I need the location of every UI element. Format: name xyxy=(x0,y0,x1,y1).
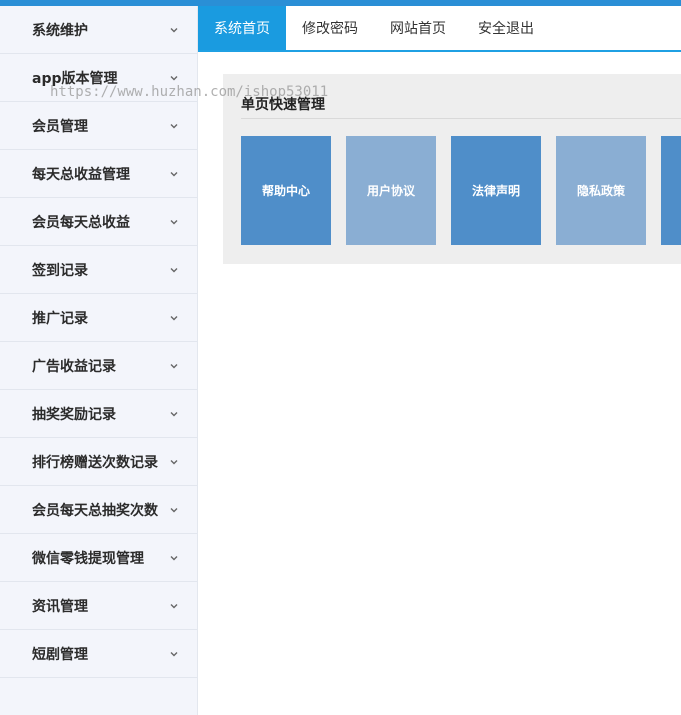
panel-divider xyxy=(241,118,681,119)
top-nav: 系统首页 修改密码 网站首页 安全退出 xyxy=(198,6,681,52)
tab-logout[interactable]: 安全退出 xyxy=(462,6,550,50)
chevron-down-icon xyxy=(170,459,178,464)
sidebar-item-news[interactable]: 资讯管理 xyxy=(0,582,197,630)
sidebar-item-short-drama[interactable]: 短剧管理 xyxy=(0,630,197,678)
sidebar-item-label: 系统维护 xyxy=(32,22,88,39)
sidebar-item-checkin-records[interactable]: 签到记录 xyxy=(0,246,197,294)
chevron-down-icon xyxy=(170,123,178,128)
chevron-down-icon xyxy=(170,411,178,416)
sidebar-item-label: 签到记录 xyxy=(32,262,88,279)
sidebar-item-label: 抽奖奖励记录 xyxy=(32,406,116,423)
tile-legal-statement[interactable]: 法律声明 xyxy=(451,136,541,245)
sidebar-item-daily-revenue[interactable]: 每天总收益管理 xyxy=(0,150,197,198)
chevron-down-icon xyxy=(170,315,178,320)
sidebar-item-ad-revenue[interactable]: 广告收益记录 xyxy=(0,342,197,390)
sidebar-item-label: 会员每天总收益 xyxy=(32,214,130,231)
tile-privacy-policy[interactable]: 隐私政策 xyxy=(556,136,646,245)
sidebar-item-label: 广告收益记录 xyxy=(32,358,116,375)
sidebar-item-label: 会员每天总抽奖次数 xyxy=(32,502,158,519)
tile-partial[interactable] xyxy=(661,136,681,245)
sidebar-item-leaderboard-gifts[interactable]: 排行榜赠送次数记录 xyxy=(0,438,197,486)
sidebar-item-system-maintenance[interactable]: 系统维护 xyxy=(0,6,197,54)
quick-page-panel: 单页快速管理 帮助中心 用户协议 法律声明 隐私政策 xyxy=(223,74,681,264)
panel-title: 单页快速管理 xyxy=(241,97,325,113)
sidebar-item-wechat-withdrawal[interactable]: 微信零钱提现管理 xyxy=(0,534,197,582)
chevron-down-icon xyxy=(170,27,178,32)
tile-help-center[interactable]: 帮助中心 xyxy=(241,136,331,245)
chevron-down-icon xyxy=(170,555,178,560)
chevron-down-icon xyxy=(170,651,178,656)
chevron-down-icon xyxy=(170,507,178,512)
sidebar-item-promotion-records[interactable]: 推广记录 xyxy=(0,294,197,342)
sidebar-item-app-version[interactable]: app版本管理 xyxy=(0,54,197,102)
sidebar-item-label: 资讯管理 xyxy=(32,598,88,615)
tile-user-agreement[interactable]: 用户协议 xyxy=(346,136,436,245)
tab-change-password[interactable]: 修改密码 xyxy=(286,6,374,50)
sidebar-item-member-daily-lottery[interactable]: 会员每天总抽奖次数 xyxy=(0,486,197,534)
sidebar-item-label: 每天总收益管理 xyxy=(32,166,130,183)
sidebar-item-label: 微信零钱提现管理 xyxy=(32,550,144,567)
sidebar-item-label: 推广记录 xyxy=(32,310,88,327)
sidebar-item-label: app版本管理 xyxy=(32,70,118,87)
sidebar-item-label: 排行榜赠送次数记录 xyxy=(32,454,158,471)
sidebar-item-label: 会员管理 xyxy=(32,118,88,135)
sidebar-item-members[interactable]: 会员管理 xyxy=(0,102,197,150)
chevron-down-icon xyxy=(170,363,178,368)
chevron-down-icon xyxy=(170,603,178,608)
chevron-down-icon xyxy=(170,75,178,80)
chevron-down-icon xyxy=(170,267,178,272)
chevron-down-icon xyxy=(170,219,178,224)
sidebar-item-label: 短剧管理 xyxy=(32,646,88,663)
sidebar-menu: 系统维护 app版本管理 会员管理 每天总收益管理 会员每天总收益 签到记录 推… xyxy=(0,6,198,715)
tab-site-home[interactable]: 网站首页 xyxy=(374,6,462,50)
tab-system-home[interactable]: 系统首页 xyxy=(198,6,286,50)
chevron-down-icon xyxy=(170,171,178,176)
sidebar-item-member-daily-revenue[interactable]: 会员每天总收益 xyxy=(0,198,197,246)
sidebar-item-lottery-rewards[interactable]: 抽奖奖励记录 xyxy=(0,390,197,438)
